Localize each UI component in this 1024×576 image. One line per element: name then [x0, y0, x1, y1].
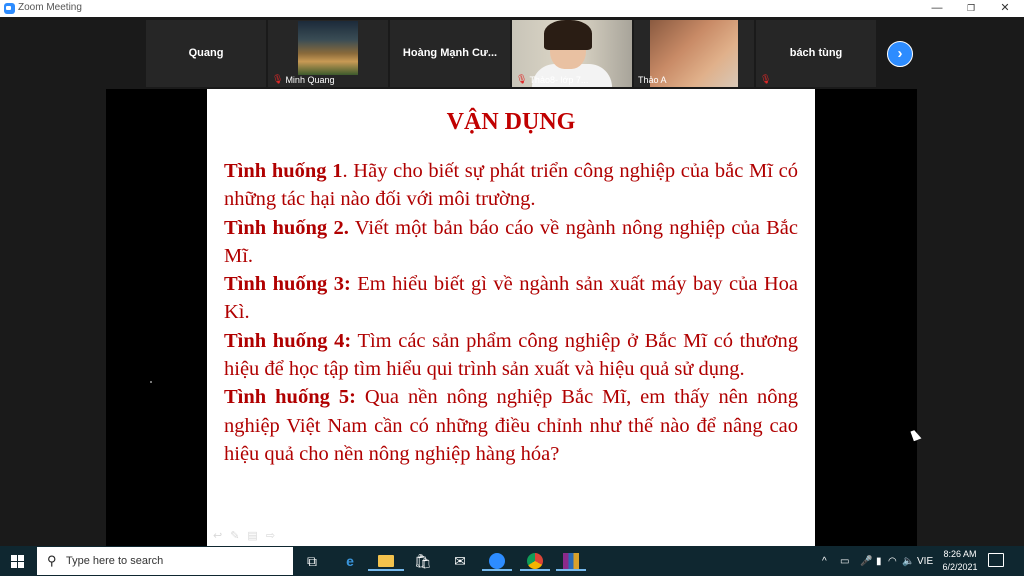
minimize-button[interactable]: — [920, 0, 954, 17]
edge-browser-icon[interactable]: e [340, 551, 360, 571]
participant-strip: Quang 🎙 Minh Quang Hoàng Mạnh Cư... 🎙 Th… [0, 17, 1024, 89]
item-label: Tình huống 4: [224, 329, 352, 352]
slide-item: Tình huống 1. Hãy cho biết sự phát triển… [224, 157, 798, 214]
language-indicator[interactable]: VIE [917, 546, 933, 576]
participant-tile[interactable]: 🎙 Minh Quang [268, 20, 388, 87]
wifi-icon[interactable]: ◠ [888, 546, 897, 576]
mic-muted-icon: 🎙 [760, 74, 772, 84]
slide-tools-icon[interactable]: ↩✎▤⇨ [213, 529, 283, 542]
item-label: Tình huống 2. [224, 216, 349, 239]
next-page-arrow-icon[interactable]: › [887, 41, 913, 67]
mic-muted-icon: 🎙 [272, 74, 284, 84]
taskbar-search-box[interactable]: ⚲ Type here to search [37, 547, 293, 575]
participant-name: bách tùng [789, 47, 843, 59]
zoom-app-icon [4, 3, 15, 14]
participant-tile[interactable]: Quang [146, 20, 266, 87]
zoom-taskbar-icon[interactable] [482, 551, 512, 571]
show-hidden-icons-chevron-icon[interactable]: ^ [822, 546, 827, 576]
clock-date: 6/2/2021 [942, 562, 978, 572]
mail-icon[interactable]: ✉ [450, 551, 470, 571]
system-clock[interactable]: 8:26 AM 6/2/2021 [936, 548, 984, 574]
window-title-bar: Zoom Meeting — ❐ ✕ [0, 0, 1024, 18]
item-label: Tình huống 1 [224, 160, 343, 182]
start-button[interactable] [0, 546, 36, 576]
battery-icon[interactable]: ▮ [876, 546, 882, 576]
participant-name: Thảo8- lớp 7... [529, 74, 589, 85]
window-title: Zoom Meeting [18, 2, 82, 13]
maximize-button[interactable]: ❐ [954, 0, 988, 17]
participant-name: Hoàng Mạnh Cư... [402, 47, 498, 59]
item-label: Tình huống 5: [224, 386, 356, 409]
mic-muted-icon: 🎙 [516, 74, 528, 84]
slide-item: Tình huống 4: Tìm các sản phẩm công nghi… [224, 327, 798, 384]
volume-icon[interactable]: 🔈 [902, 546, 914, 576]
search-icon: ⚲ [47, 553, 57, 568]
participant-tile[interactable]: Hoàng Mạnh Cư... [390, 20, 510, 87]
clock-time: 8:26 AM [943, 549, 977, 559]
windows-logo-icon [11, 555, 24, 568]
slide-title: VẬN DỤNG [446, 109, 576, 135]
store-icon[interactable]: 🛍 [413, 551, 433, 571]
search-placeholder: Type here to search [66, 555, 164, 567]
notification-center-icon[interactable] [988, 553, 1004, 567]
close-button[interactable]: ✕ [988, 0, 1022, 17]
slide-item: Tình huống 3: Em hiểu biết gì về ngành s… [224, 270, 798, 327]
slide-item: Tình huống 5: Qua nền nông nghiệp Bắc Mĩ… [224, 383, 798, 468]
slide-body: Tình huống 1. Hãy cho biết sự phát triển… [224, 157, 798, 468]
participant-name: Minh Quang [285, 74, 335, 85]
windows-taskbar: ⚲ Type here to search ⧉ e 🛍 ✉ ^ ▭ 🎤 ▮ ◠ … [0, 546, 1024, 576]
file-explorer-icon[interactable] [368, 551, 404, 571]
item-label: Tình huống 3: [224, 273, 351, 296]
participant-tile[interactable]: 🎙 Thảo8- lớp 7... [512, 20, 632, 87]
slide-item: Tình huống 2. Viết một bản báo cáo về ng… [224, 214, 798, 271]
participant-tile[interactable]: bách tùng 🎙 [756, 20, 876, 87]
presentation-slide: VẬN DỤNG Tình huống 1. Hãy cho biết sự p… [207, 89, 815, 546]
participant-tile[interactable]: Thảo A [634, 20, 754, 87]
participant-name: Quang [188, 47, 224, 59]
participant-video [298, 21, 358, 75]
participant-name: Thảo A [638, 75, 667, 85]
task-view-icon[interactable]: ⧉ [302, 551, 322, 571]
meet-now-icon[interactable]: ▭ [840, 546, 849, 576]
chrome-icon[interactable] [520, 551, 550, 571]
microphone-icon[interactable]: 🎤 [860, 546, 872, 576]
winrar-icon[interactable] [556, 551, 586, 571]
